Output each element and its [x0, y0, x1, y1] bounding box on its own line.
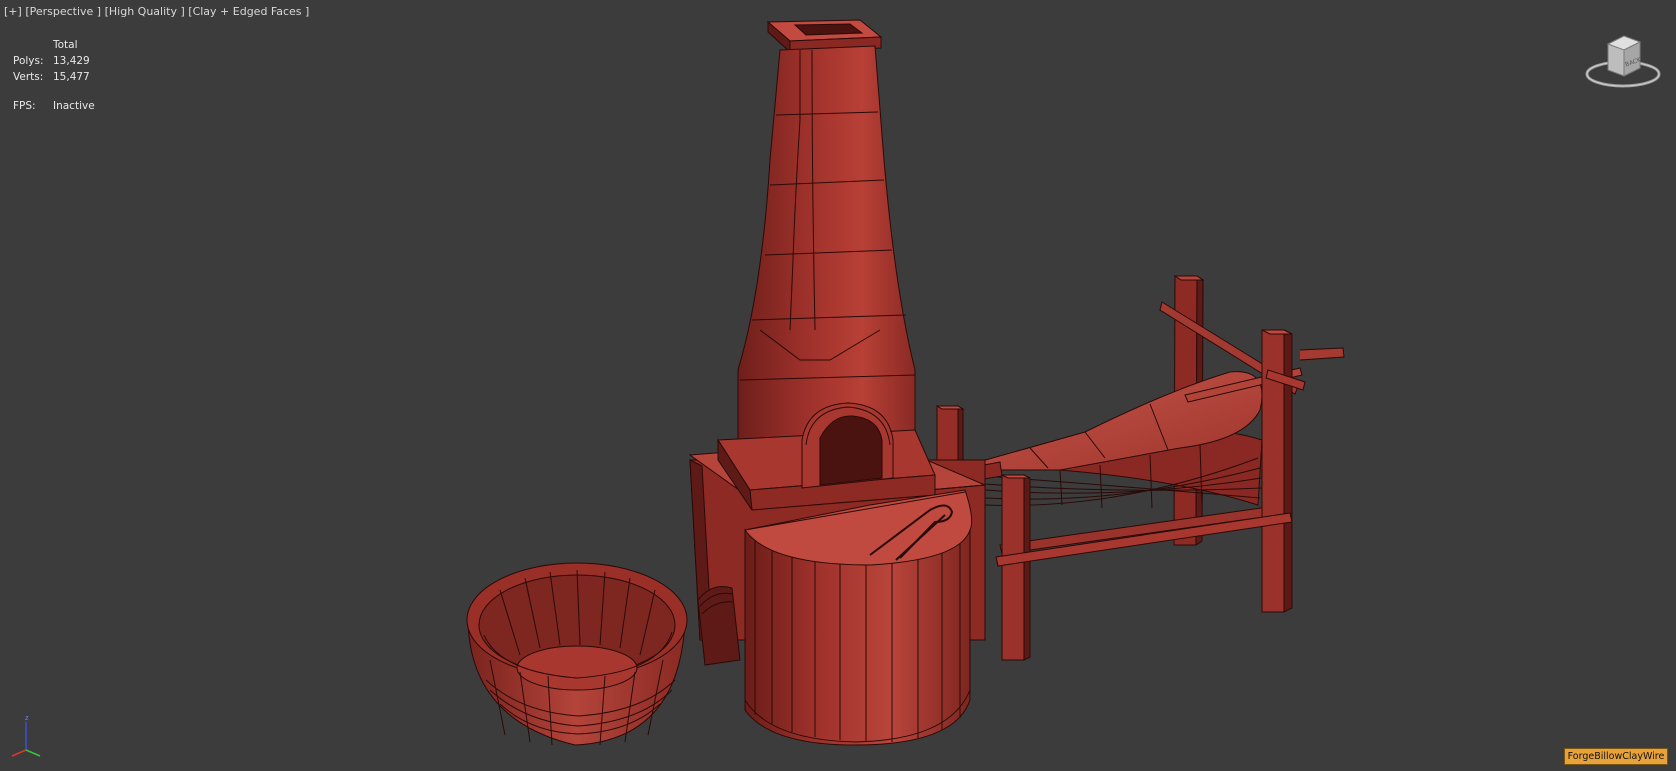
stats-header: Total: [53, 39, 78, 51]
axis-tripod-icon: z: [11, 714, 41, 757]
axis-z-label: z: [25, 714, 29, 722]
viewport-quality-menu[interactable]: [High Quality ]: [105, 5, 185, 18]
viewport-shading-menu[interactable]: [Clay + Edged Faces ]: [188, 5, 309, 18]
fps-value: Inactive: [53, 100, 95, 112]
water-tub: [466, 562, 688, 746]
viewport-general-menu[interactable]: [+]: [4, 5, 22, 18]
file-name-tag: ForgeBillowClayWire: [1564, 748, 1668, 765]
viewcube-icon[interactable]: BACK: [1584, 30, 1662, 92]
verts-label: Verts:: [13, 71, 44, 83]
polys-label: Polys:: [13, 55, 44, 67]
forge-drum: [744, 489, 973, 746]
fps-label: FPS:: [13, 100, 36, 112]
verts-value: 15,477: [53, 71, 90, 83]
perspective-viewport[interactable]: [+] [Perspective ] [High Quality ] [Clay…: [0, 0, 1676, 771]
scene-render[interactable]: [0, 0, 1676, 771]
forge-chimney: [717, 19, 936, 511]
polys-value: 13,429: [53, 55, 90, 67]
viewport-label-menu[interactable]: [+] [Perspective ] [High Quality ] [Clay…: [4, 5, 309, 18]
scene-statistics: Total Polys: 13,429 Verts: 15,477 FPS: Inac…: [13, 37, 95, 114]
viewport-pov-menu[interactable]: [Perspective ]: [25, 5, 101, 18]
